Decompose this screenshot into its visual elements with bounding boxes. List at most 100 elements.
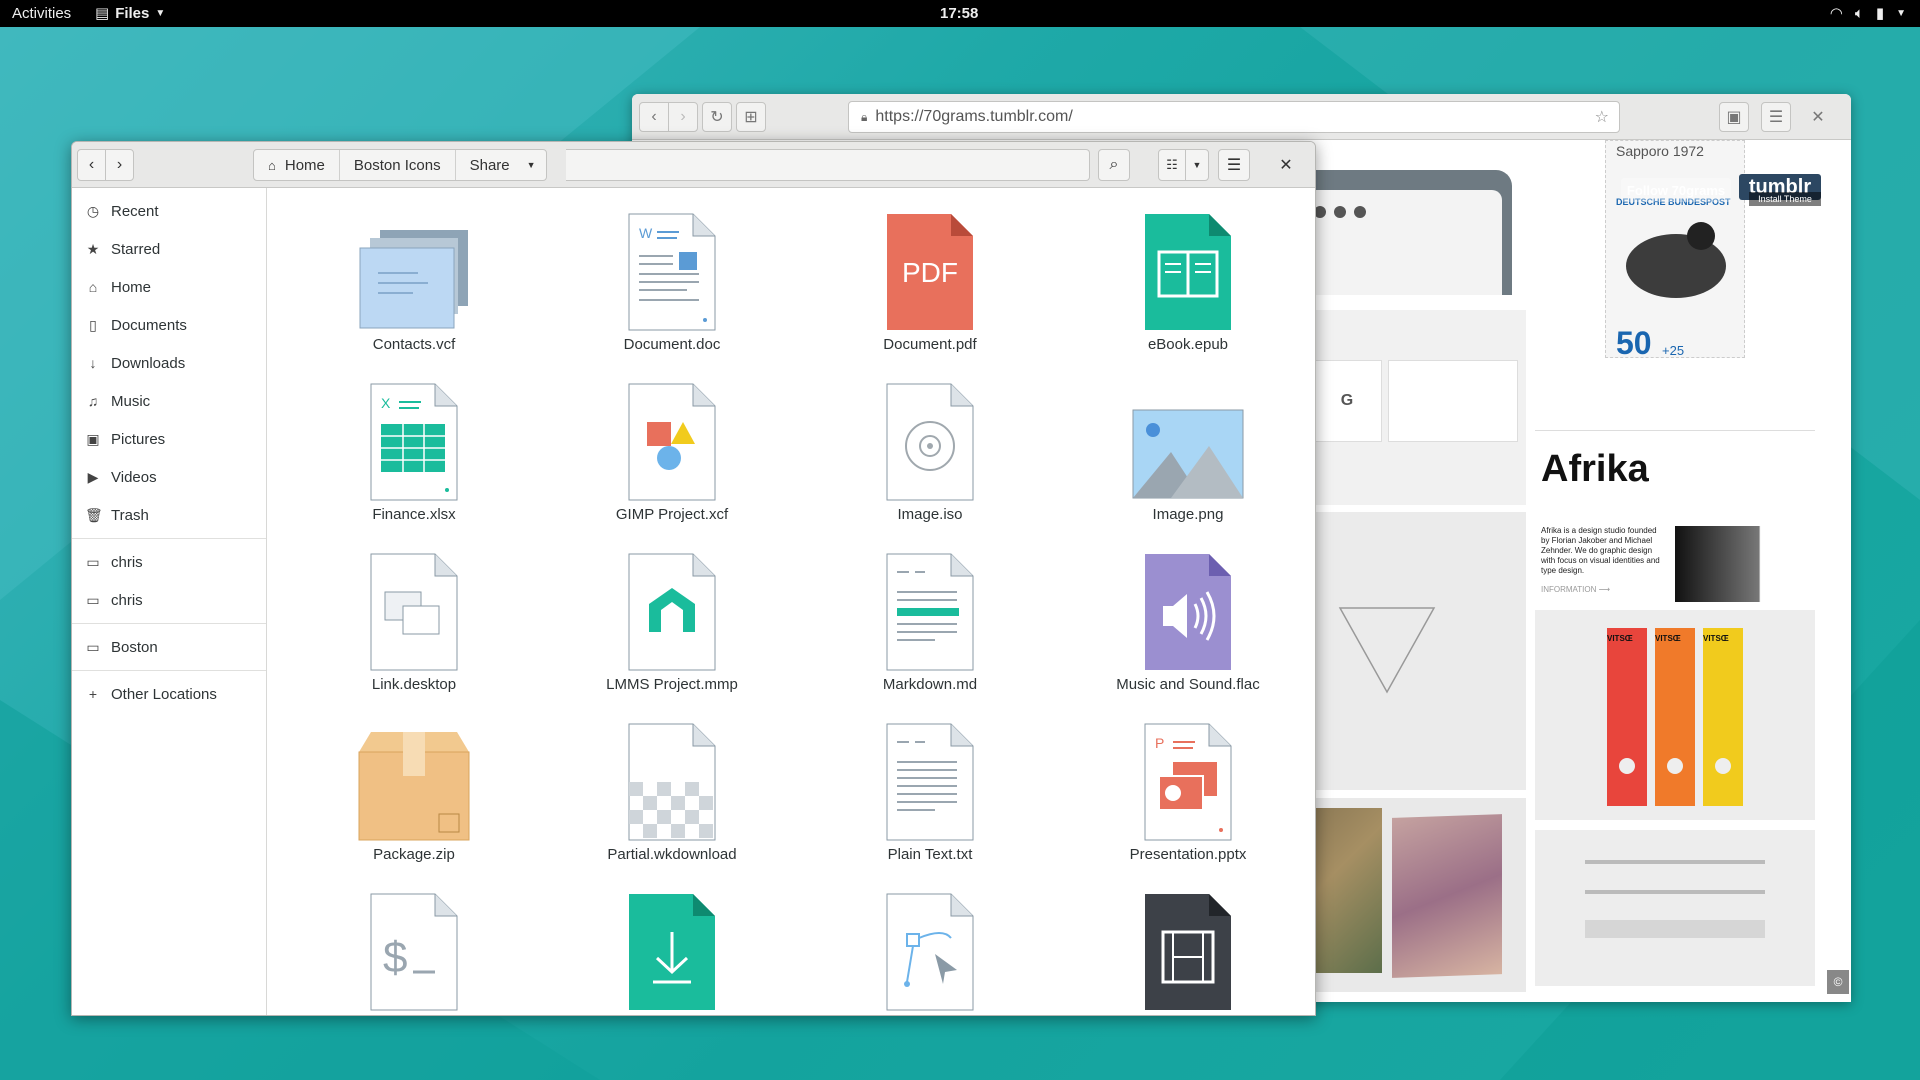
browser-header: ‹ › ↻ ⊞ 🔒︎ https://70grams.tumblr.com/ ☆… <box>632 94 1851 140</box>
breadcrumb-home[interactable]: ⌂ Home <box>254 150 340 180</box>
forward-button[interactable]: › <box>668 102 698 132</box>
close-icon: ✕ <box>1279 157 1293 174</box>
forward-button[interactable]: › <box>105 149 134 181</box>
file-item[interactable]: Image.iso <box>801 374 1059 544</box>
home-icon: ⌂ <box>88 279 98 295</box>
divider <box>72 623 266 624</box>
stamp-extra: +25 <box>1662 343 1685 358</box>
top-bar: Activities ▤ Files ▼ 17:58 ◠ 🔈︎ ▮ ▼ <box>0 0 1920 27</box>
install-theme-button[interactable]: Install Theme <box>1749 192 1821 206</box>
back-button[interactable]: ‹ <box>77 149 106 181</box>
sidebar-item-device-chris[interactable]: ▭ chris <box>72 581 266 619</box>
chevron-down-icon: ▼ <box>1192 160 1202 170</box>
home-icon: ⌂ <box>268 157 276 173</box>
star-icon: ★ <box>86 240 100 257</box>
sidebar-item-documents[interactable]: ▯ Documents <box>72 306 266 344</box>
search-icon: ⌕ <box>1109 156 1119 173</box>
close-icon: ✕ <box>1811 109 1825 126</box>
script-icon: $ <box>354 884 474 1012</box>
file-item[interactable]: Partial.wkdownload <box>543 714 801 884</box>
breadcrumb-share[interactable]: Share ▼ <box>456 150 546 180</box>
download-file-icon <box>612 884 732 1012</box>
breadcrumb-boston-icons[interactable]: Boston Icons <box>340 150 456 180</box>
menu-button[interactable]: ☰ <box>1218 149 1250 181</box>
stamp-image[interactable]: Sapporo 1972 DEUTSCHE BUNDESPOST 50 +25 <box>1605 140 1745 361</box>
sidebar-item-starred[interactable]: ★ Starred <box>72 230 266 268</box>
new-tab-button[interactable]: ⊞ <box>736 102 766 132</box>
sidebar-item-videos[interactable]: ▶ Videos <box>72 458 266 496</box>
stamp-value: 50 <box>1616 325 1652 361</box>
sidebar-item-boston[interactable]: ▭ Boston <box>72 628 266 666</box>
file-item[interactable]: GIMP Project.xcf <box>543 374 801 544</box>
file-item[interactable]: P Presentation.pptx <box>1059 714 1315 884</box>
system-tray[interactable]: ◠ 🔈︎ ▮ ▼ <box>1830 4 1906 23</box>
sidebar-item-home[interactable]: ⌂ Home <box>72 268 266 306</box>
pdf-icon: PDF <box>870 204 990 332</box>
post-title: Afrika <box>1541 448 1649 490</box>
file-item[interactable]: Package.zip <box>285 714 543 884</box>
file-item[interactable]: Plain Text.txt <box>801 714 1059 884</box>
files-app-icon: ▤ <box>95 5 110 22</box>
back-button[interactable]: ‹ <box>639 102 669 132</box>
disc-image-icon <box>870 374 990 502</box>
app-menu[interactable]: ▤ Files ▼ <box>95 4 165 23</box>
file-item[interactable]: Markdown.md <box>801 544 1059 714</box>
close-button[interactable]: ✕ <box>1270 149 1302 181</box>
file-item[interactable] <box>543 884 801 1015</box>
sidebar-item-other-locations[interactable]: + Other Locations <box>72 675 266 713</box>
bookmark-star-icon[interactable]: ☆ <box>1595 107 1609 127</box>
file-item[interactable]: Link.desktop <box>285 544 543 714</box>
copyright-icon[interactable]: © <box>1827 970 1849 994</box>
file-item[interactable]: eBook.epub <box>1059 204 1315 374</box>
view-options-button[interactable]: ▼ <box>1185 149 1209 181</box>
file-item[interactable]: $ <box>285 884 543 1015</box>
video-file-icon <box>1128 884 1248 1012</box>
close-button[interactable]: ✕ <box>1803 102 1833 132</box>
search-button[interactable]: ⌕ <box>1098 149 1130 181</box>
document-icon: ▯ <box>89 316 97 333</box>
svg-text:PDF: PDF <box>902 257 958 288</box>
volume-icon: 🔈︎ <box>1854 4 1864 22</box>
follow-button[interactable]: Follow 70grams <box>1621 178 1731 202</box>
markdown-icon <box>870 544 990 672</box>
hamburger-icon: ☰ <box>1768 109 1784 126</box>
view-toggle-button[interactable]: ☷ <box>1158 149 1186 181</box>
shelf-image[interactable] <box>1535 830 1815 986</box>
sidebar-item-recent[interactable]: ◷ Recent <box>72 192 266 230</box>
file-item[interactable]: X Finance.xlsx <box>285 374 543 544</box>
clock[interactable]: 17:58 <box>940 5 978 22</box>
file-item[interactable]: Contacts.vcf <box>285 204 543 374</box>
file-item[interactable]: PDF Document.pdf <box>801 204 1059 374</box>
file-grid: Contacts.vcf W Document.doc PDF Document… <box>268 188 1315 1015</box>
lock-icon: 🔒︎ <box>861 109 868 124</box>
list-view-icon: ☷ <box>1166 157 1178 172</box>
file-item[interactable] <box>801 884 1059 1015</box>
activities-button[interactable]: Activities <box>12 5 71 22</box>
tabs-button[interactable]: ▣ <box>1719 102 1749 132</box>
path-bar-fill[interactable] <box>566 149 1090 181</box>
sidebar-item-music[interactable]: ♫ Music <box>72 382 266 420</box>
url-text: https://70grams.tumblr.com/ <box>875 108 1073 125</box>
breadcrumb: ⌂ Home Boston Icons Share ▼ <box>253 149 547 181</box>
divider <box>72 538 266 539</box>
chevron-left-icon: ‹ <box>88 156 95 173</box>
file-item[interactable]: Image.png <box>1059 374 1315 544</box>
address-bar[interactable]: 🔒︎ https://70grams.tumblr.com/ ☆ <box>848 101 1620 133</box>
sidebar-item-pictures[interactable]: ▣ Pictures <box>72 420 266 458</box>
image-icon <box>1128 374 1248 502</box>
file-item[interactable] <box>1059 884 1315 1015</box>
sidebar-item-downloads[interactable]: ↓ Downloads <box>72 344 266 382</box>
trash-icon: 🗑︎ <box>85 506 103 523</box>
chevron-down-icon: ▼ <box>1896 7 1906 19</box>
reload-button[interactable]: ↻ <box>702 102 732 132</box>
file-item[interactable]: LMMS Project.mmp <box>543 544 801 714</box>
sidebar-item-device-chris[interactable]: ▭ chris <box>72 543 266 581</box>
chevron-right-icon: › <box>680 108 686 125</box>
menu-button[interactable]: ☰ <box>1761 102 1791 132</box>
sidebar-item-trash[interactable]: 🗑︎ Trash <box>72 496 266 534</box>
book-image[interactable] <box>1675 526 1815 602</box>
vitsoe-image[interactable]: VITSŒ VITSŒ VITSŒ <box>1535 610 1815 820</box>
post-link[interactable]: INFORMATION ⟶ <box>1541 585 1610 594</box>
file-item[interactable]: Music and Sound.flac <box>1059 544 1315 714</box>
file-item[interactable]: W Document.doc <box>543 204 801 374</box>
